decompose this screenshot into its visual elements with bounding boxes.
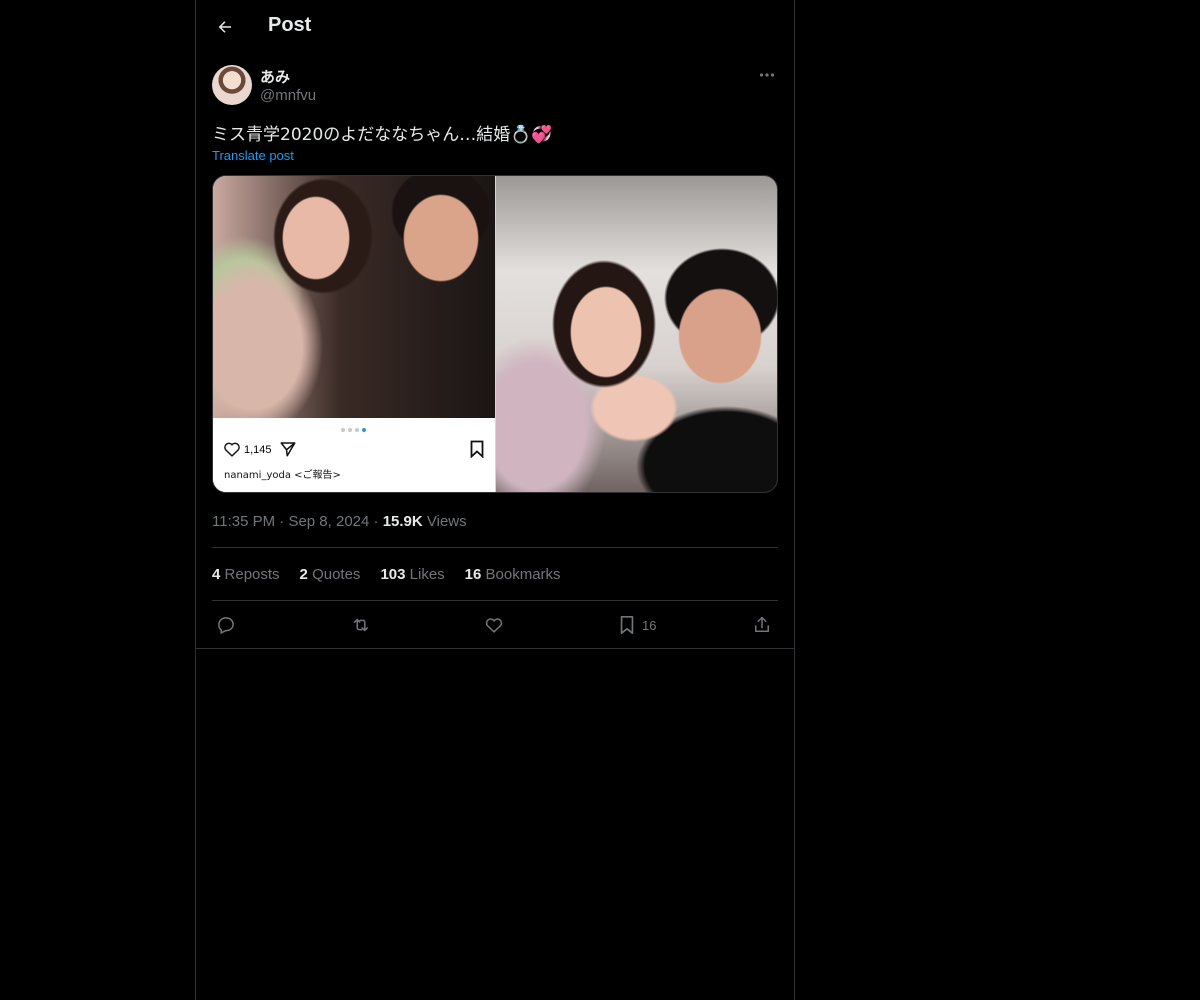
avatar[interactable] (212, 65, 252, 105)
translate-post-link[interactable]: Translate post (212, 148, 294, 163)
author-handle[interactable]: @mnfvu (260, 87, 316, 104)
share-button[interactable] (752, 614, 772, 636)
photo-1-image (213, 176, 495, 418)
more-icon (759, 73, 775, 77)
primary-column: Post あみ @mnfvu ミス青学2020のよだななちゃん…結婚💍💞 Tra… (195, 0, 795, 1000)
arrow-left-icon (218, 21, 231, 33)
bookmark-count: 16 (642, 617, 657, 633)
bookmark-button[interactable]: 16 (618, 614, 656, 636)
post-text: ミス青学2020のよだななちゃん…結婚💍💞 (212, 125, 553, 145)
repost-button[interactable] (350, 614, 372, 636)
ig-bookmark-icon (470, 440, 484, 458)
ig-caption: nanami_yoda <ご報告> (224, 470, 341, 481)
bookmark-icon (620, 616, 634, 634)
top-bar: Post (196, 0, 794, 54)
page-title: Post (268, 14, 312, 36)
reply-button[interactable] (216, 614, 236, 636)
heart-icon (485, 618, 503, 633)
reply-icon (218, 617, 234, 635)
divider (212, 547, 778, 548)
post-meta: 11:35 PM · Sep 8, 2024 · 15.9K Views (212, 513, 467, 530)
ig-like-count: 1,145 (244, 444, 272, 456)
author-row: あみ @mnfvu (212, 64, 778, 106)
post: あみ @mnfvu ミス青学2020のよだななちゃん…結婚💍💞 Translat… (212, 64, 778, 635)
post-bottom-border (196, 648, 794, 649)
embedded-ig-bar: 1,145 nanami_yoda <ご報告> (213, 418, 495, 492)
views-label: Views (426, 513, 467, 530)
meta-separator: · (373, 513, 383, 530)
ig-heart-icon (224, 442, 240, 457)
repost-icon (354, 618, 368, 632)
post-time[interactable]: 11:35 PM (212, 513, 275, 530)
photo-1[interactable]: 1,145 nanami_yoda <ご報告> (213, 176, 495, 492)
post-date[interactable]: Sep 8, 2024 (288, 513, 369, 530)
engagement-stats: 4 Reposts 2 Quotes 103 Likes 16 Bookmark… (212, 566, 561, 583)
ig-send-icon (280, 442, 296, 457)
stat-likes[interactable]: 103 Likes (380, 566, 444, 583)
views-count: 15.9K (382, 513, 423, 530)
carousel-dots (341, 428, 366, 432)
media-grid[interactable]: 1,145 nanami_yoda <ご報告> (212, 175, 778, 493)
stat-reposts[interactable]: 4 Reposts (212, 566, 280, 583)
stat-bookmarks[interactable]: 16 Bookmarks (465, 566, 561, 583)
more-options-button[interactable] (756, 66, 778, 84)
share-icon (755, 616, 769, 632)
like-button[interactable] (484, 614, 504, 636)
action-bar: 16 (212, 612, 778, 638)
divider (212, 600, 778, 601)
stat-quotes[interactable]: 2 Quotes (300, 566, 361, 583)
author-display-name[interactable]: あみ (260, 66, 290, 87)
back-button[interactable] (208, 10, 242, 44)
photo-2[interactable] (496, 176, 777, 492)
